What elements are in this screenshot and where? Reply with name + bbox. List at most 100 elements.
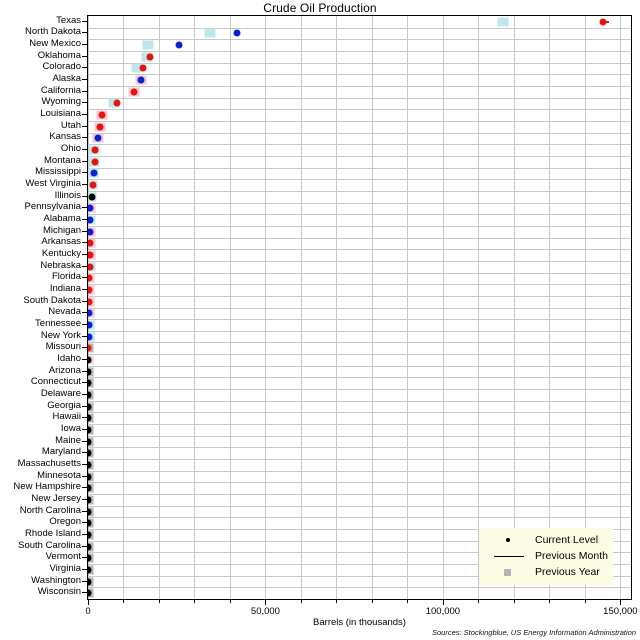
legend-item-previous-year: Previous Year (479, 564, 613, 580)
crude-oil-production-chart: Crude Oil Production Texas North Dakota Ne… (0, 0, 640, 640)
y-axis-label: South Carolina (18, 539, 81, 551)
x-axis-minor-tick (230, 600, 231, 603)
x-axis-tick-label: 50,000 (250, 606, 280, 617)
vertical-gridline (407, 16, 408, 599)
x-axis-major-tick (620, 600, 621, 605)
y-axis-label: New Jersey (31, 492, 81, 504)
previous-year-marker (497, 17, 509, 27)
y-axis-label: Arizona (48, 364, 81, 376)
y-axis-label: Alaska (52, 73, 81, 85)
vertical-gridline (620, 16, 621, 599)
x-axis-minor-tick (123, 600, 124, 603)
y-axis-label: Massachusetts (17, 457, 81, 469)
y-axis-label: Ohio (60, 143, 81, 155)
x-axis-minor-tick (194, 600, 195, 603)
legend-item-current-level: Current Level (479, 532, 613, 548)
y-axis-label: Connecticut (30, 376, 81, 388)
y-axis-label: Maine (55, 434, 81, 446)
y-axis-label: Oklahoma (37, 49, 81, 61)
y-axis-label: Hawaii (52, 411, 81, 423)
current-level-marker (175, 41, 182, 49)
y-axis-label: Missouri (45, 341, 81, 353)
source-note: Sources: Stockingblue, US Energy Informa… (432, 628, 636, 637)
x-axis-tick-label: 150,000 (603, 606, 638, 617)
y-axis-label: South Dakota (23, 294, 81, 306)
y-axis-label: Texas (56, 14, 81, 26)
legend-dot-icon (485, 532, 533, 548)
x-axis-major-tick (443, 600, 444, 605)
vertical-gridline (443, 16, 444, 599)
y-axis-category-labels: Texas North Dakota New Mexico Oklahoma Color… (0, 14, 87, 600)
y-axis-label: Minnesota (37, 469, 81, 481)
y-axis-label: Alabama (43, 213, 82, 225)
y-axis-label: Mississippi (35, 166, 81, 178)
legend-glyph (504, 569, 511, 576)
x-axis-major-tick (88, 600, 89, 605)
y-axis-label: Arkansas (41, 236, 81, 248)
y-axis-label: Michigan (42, 224, 81, 236)
x-axis-minor-tick (372, 600, 373, 603)
current-level-marker (96, 123, 104, 131)
y-axis-label: North Carolina (19, 504, 81, 516)
y-axis-label: Illinois (54, 189, 81, 201)
y-axis-label: Louisiana (40, 108, 81, 120)
y-axis-label: Idaho (57, 352, 81, 364)
current-level-marker (94, 134, 102, 142)
previous-year-marker (142, 40, 154, 50)
y-axis-label: Kansas (49, 131, 81, 143)
y-axis-label: California (40, 84, 81, 96)
y-axis-label: Delaware (40, 387, 81, 399)
x-axis-minor-tick (585, 600, 586, 603)
current-level-marker (137, 76, 145, 84)
vertical-gridline (336, 16, 337, 599)
vertical-gridline (123, 16, 124, 599)
vertical-gridline (514, 16, 515, 599)
y-axis-label: Rhode Island (25, 527, 81, 539)
y-axis-label: Pennsylvania (24, 201, 81, 213)
legend-label: Current Level (535, 534, 599, 546)
y-axis-label: Kentucky (41, 248, 81, 260)
vertical-gridline (585, 16, 586, 599)
y-axis-label: Oregon (49, 516, 81, 528)
x-axis-tick-label: 100,000 (425, 606, 461, 617)
current-level-marker (130, 88, 138, 96)
y-axis-label: New Hampshire (13, 481, 81, 493)
legend-square-icon (485, 564, 533, 580)
current-level-marker (233, 29, 241, 37)
y-axis-label: North Dakota (25, 26, 81, 38)
x-axis-minor-tick (336, 600, 337, 603)
x-axis-title: Barrels (in thousands) (313, 617, 406, 628)
current-level-marker (88, 204, 94, 212)
current-level-marker (91, 158, 99, 166)
vertical-gridline (265, 16, 266, 599)
x-axis-minor-tick (514, 600, 515, 603)
y-axis-label: Nebraska (40, 259, 81, 271)
y-axis-label: Georgia (47, 399, 81, 411)
chart-title: Crude Oil Production (263, 1, 377, 15)
chart-legend: Current Level Previous Month Previous Year (479, 528, 613, 585)
vertical-gridline (230, 16, 231, 599)
y-axis-label: Tennessee (35, 317, 81, 329)
legend-label: Previous Month (535, 550, 608, 562)
current-level-marker (98, 111, 106, 119)
current-level-marker (146, 53, 154, 61)
y-axis-label: Colorado (42, 61, 81, 73)
current-level-marker (88, 228, 94, 236)
y-axis-label: New York (40, 329, 81, 341)
current-level-marker (88, 239, 94, 247)
y-axis-label: Nevada (48, 306, 81, 318)
legend-line-icon (485, 548, 533, 564)
vertical-gridline (301, 16, 302, 599)
y-axis-label: Wyoming (41, 96, 81, 108)
current-level-marker (90, 169, 98, 177)
legend-glyph (506, 538, 510, 542)
y-axis-label: Vermont (45, 551, 81, 563)
legend-item-previous-month: Previous Month (479, 548, 613, 564)
x-axis-minor-tick (301, 600, 302, 603)
x-axis-tick-label: 0 (85, 606, 91, 617)
y-axis-label: New Mexico (29, 38, 81, 50)
vertical-gridline (549, 16, 550, 599)
previous-year-marker (204, 28, 216, 38)
y-axis-label: Indiana (49, 283, 81, 294)
current-level-marker (599, 18, 607, 26)
